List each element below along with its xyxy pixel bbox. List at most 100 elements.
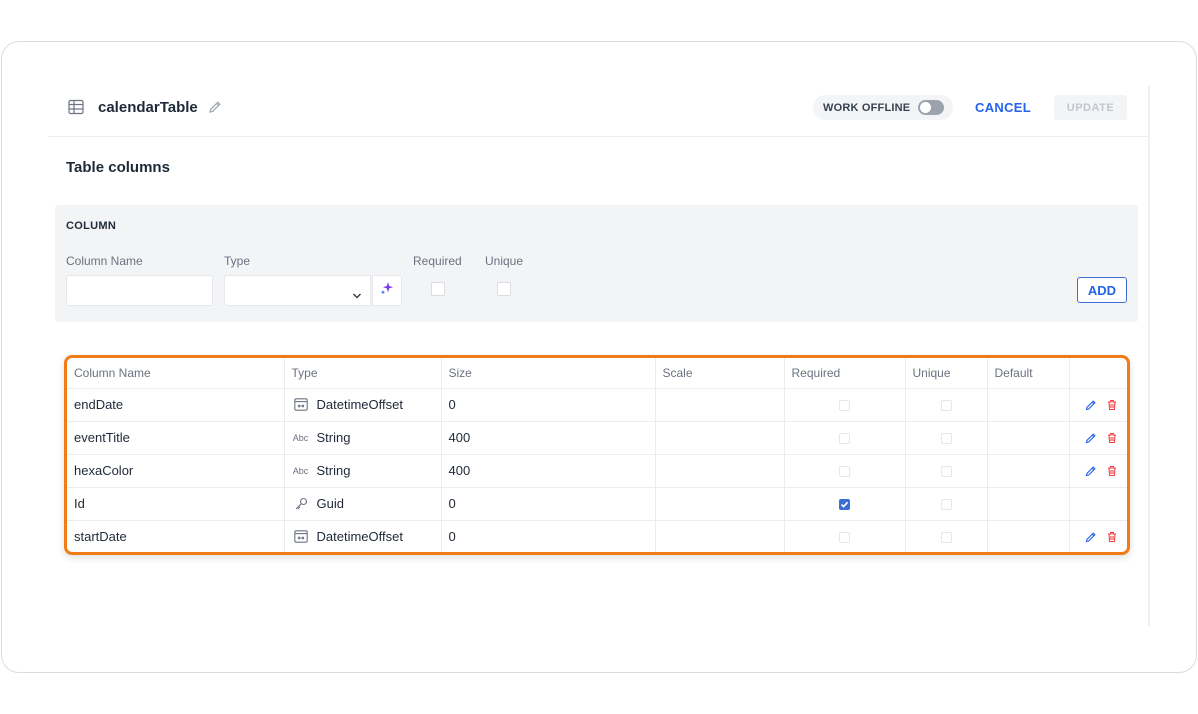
cell-required <box>784 454 906 488</box>
cell-column-name: Id <box>67 487 285 521</box>
toggle-knob <box>920 102 931 113</box>
delete-trash-icon[interactable] <box>1106 531 1118 543</box>
cell-default <box>987 388 1070 422</box>
cell-type: Guid <box>284 487 442 521</box>
delete-trash-icon[interactable] <box>1106 432 1118 444</box>
type-select[interactable] <box>224 275 371 306</box>
cell-unique <box>905 454 988 488</box>
cell-scale <box>655 388 785 422</box>
cell-scale <box>655 421 785 455</box>
cell-required <box>784 487 906 521</box>
ai-suggest-button[interactable] <box>372 275 402 306</box>
unique-checkbox[interactable] <box>497 282 511 296</box>
unique-label: Unique <box>485 254 524 268</box>
add-column-heading: COLUMN <box>66 220 117 232</box>
column-name-label: Column Name <box>66 254 143 268</box>
required-checkbox[interactable] <box>839 499 850 511</box>
cell-size: 400 <box>441 454 656 488</box>
cell-scale <box>655 520 785 552</box>
required-checkbox[interactable] <box>839 466 850 478</box>
edit-pencil-icon[interactable] <box>1085 432 1097 444</box>
cell-actions <box>1069 388 1127 422</box>
sparkle-icon <box>379 280 395 301</box>
unique-checkbox[interactable] <box>940 466 952 478</box>
cell-scale <box>655 454 785 488</box>
chevron-down-icon <box>352 287 362 299</box>
edit-title-pencil-icon[interactable] <box>208 100 222 114</box>
unique-checkbox[interactable] <box>940 532 952 544</box>
cell-actions <box>1069 520 1127 552</box>
header-unique[interactable]: Unique <box>905 358 988 389</box>
delete-trash-icon[interactable] <box>1106 399 1118 411</box>
cell-column-name: hexaColor <box>67 454 285 488</box>
cell-type-label: String <box>316 430 351 445</box>
section-title: Table columns <box>66 159 170 176</box>
cell-unique <box>905 388 988 422</box>
add-column-panel: COLUMN Column Name Type Required Unique … <box>55 205 1138 322</box>
add-column-button[interactable]: ADD <box>1077 277 1127 303</box>
cell-size: 0 <box>441 487 656 521</box>
type-label: Type <box>224 254 251 268</box>
header-scale[interactable]: Scale <box>655 358 785 389</box>
header-size[interactable]: Size <box>441 358 656 389</box>
edit-pencil-icon[interactable] <box>1085 531 1097 543</box>
table-title: calendarTable <box>98 99 198 116</box>
required-checkbox[interactable] <box>839 532 850 544</box>
cell-actions <box>1069 454 1127 488</box>
cell-size: 0 <box>441 520 656 552</box>
table-row[interactable]: startDate DatetimeOffset 0 <box>67 520 1127 552</box>
cell-type: Abc String <box>284 421 442 455</box>
cell-size: 0 <box>441 388 656 422</box>
cell-size: 400 <box>441 421 656 455</box>
header-type[interactable]: Type <box>284 358 442 389</box>
columns-table: Column Name Type Size Scale Required Uni… <box>64 355 1130 555</box>
column-name-input[interactable] <box>66 275 213 306</box>
key-icon <box>292 497 310 511</box>
abc-icon: Abc <box>292 432 309 443</box>
abc-icon: Abc <box>292 465 309 476</box>
cancel-button[interactable]: CANCEL <box>968 95 1038 120</box>
cell-required <box>784 520 906 552</box>
cell-column-name: startDate <box>67 520 285 552</box>
required-checkbox[interactable] <box>839 433 850 445</box>
cell-type-label: DatetimeOffset <box>316 529 403 545</box>
table-row[interactable]: hexaColor Abc String 400 <box>67 454 1127 488</box>
table-row[interactable]: Id Guid 0 <box>67 487 1127 521</box>
delete-trash-icon[interactable] <box>1106 465 1118 477</box>
cell-required <box>784 421 906 455</box>
required-checkbox[interactable] <box>839 400 850 412</box>
work-offline-toggle[interactable] <box>918 100 944 115</box>
panel-divider <box>1148 86 1150 626</box>
table-row[interactable]: eventTitle Abc String 400 <box>67 421 1127 455</box>
work-offline-control: WORK OFFLINE <box>813 95 953 120</box>
header-required[interactable]: Required <box>784 358 906 389</box>
cell-unique <box>905 487 988 521</box>
table-row[interactable]: endDate DatetimeOffset 0 <box>67 388 1127 422</box>
edit-pencil-icon[interactable] <box>1085 399 1097 411</box>
required-checkbox[interactable] <box>431 282 445 296</box>
cell-type: DatetimeOffset <box>284 388 442 422</box>
header-default[interactable]: Default <box>987 358 1070 389</box>
unique-checkbox[interactable] <box>940 499 952 511</box>
cell-column-name: endDate <box>67 388 285 422</box>
cell-unique <box>905 520 988 552</box>
datetime-icon <box>292 530 310 544</box>
update-button[interactable]: UPDATE <box>1054 95 1127 120</box>
cell-default <box>987 520 1070 552</box>
header-column-name[interactable]: Column Name <box>67 358 285 389</box>
cell-default <box>987 454 1070 488</box>
cell-type-label: String <box>316 463 351 478</box>
header-actions <box>1069 358 1127 389</box>
required-label: Required <box>413 254 462 268</box>
cell-actions <box>1069 487 1127 521</box>
cell-unique <box>905 421 988 455</box>
unique-checkbox[interactable] <box>940 400 952 412</box>
table-header-row: Column Name Type Size Scale Required Uni… <box>67 358 1127 389</box>
edit-pencil-icon[interactable] <box>1085 465 1097 477</box>
unique-checkbox[interactable] <box>940 433 952 445</box>
cell-type: DatetimeOffset <box>284 520 442 552</box>
datetime-icon <box>292 398 310 412</box>
cell-scale <box>655 487 785 521</box>
cell-required <box>784 388 906 422</box>
cell-column-name: eventTitle <box>67 421 285 455</box>
